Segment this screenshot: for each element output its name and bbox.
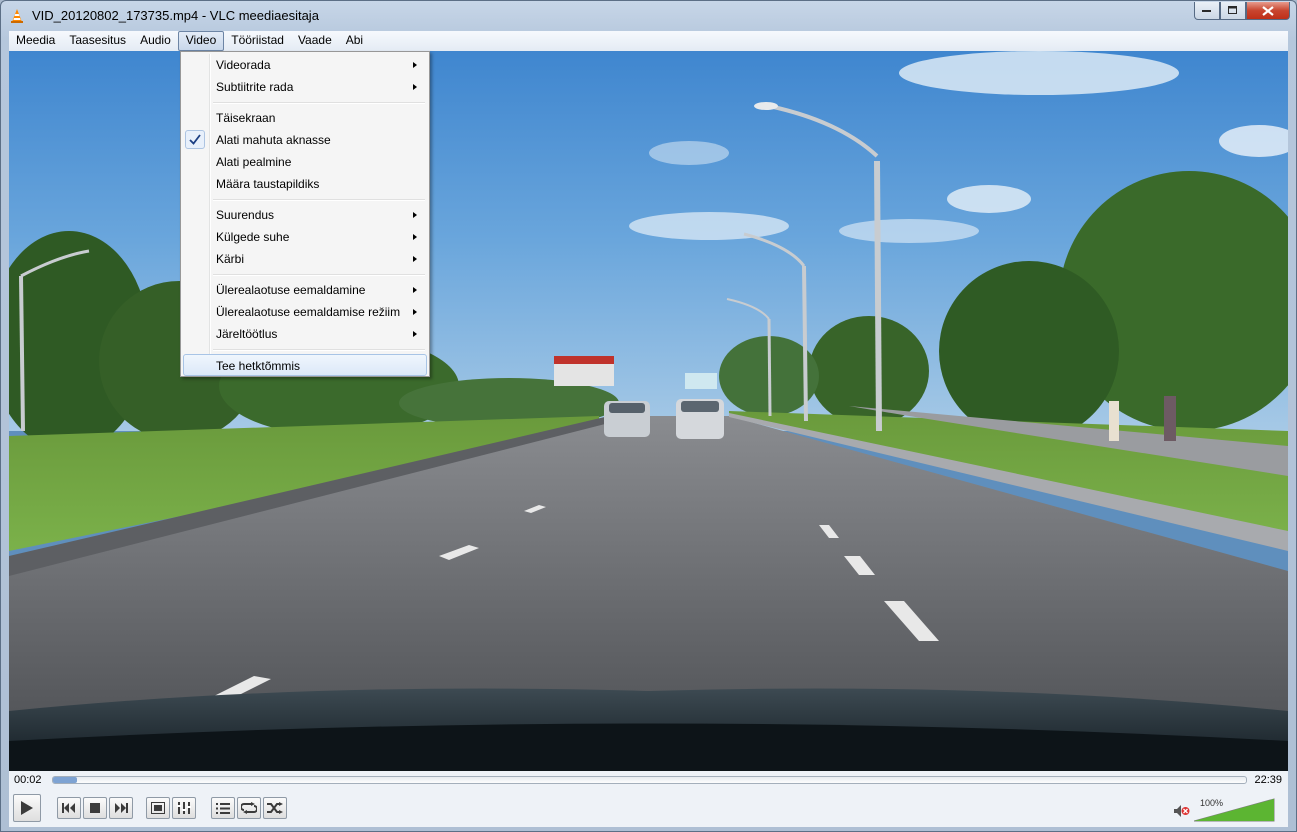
play-icon — [21, 801, 33, 815]
menu-taasesitus[interactable]: Taasesitus — [62, 31, 133, 51]
menu-item-label: Alati pealmine — [216, 155, 292, 169]
menu-item-label: Järeltöötlus — [216, 327, 278, 341]
title-bar[interactable]: VID_20120802_173735.mp4 - VLC meediaesit… — [1, 1, 1296, 31]
close-icon — [1262, 5, 1274, 16]
submenu-arrow-icon — [413, 212, 417, 218]
menu-item-karbi[interactable]: Kärbi — [183, 248, 427, 270]
menu-audio[interactable]: Audio — [133, 31, 178, 51]
window-title: VID_20120802_173735.mp4 - VLC meediaesit… — [32, 8, 319, 23]
loop-icon — [241, 802, 257, 814]
submenu-arrow-icon — [413, 287, 417, 293]
menu-item-label: Tee hetktõmmis — [216, 359, 301, 373]
menu-item-maara-taustapildiks[interactable]: Määra taustapildiks — [183, 173, 427, 195]
menu-item-tee-hetktommis[interactable]: Tee hetktõmmis — [183, 354, 427, 376]
seek-slider[interactable] — [52, 776, 1247, 784]
elapsed-time: 00:02 — [14, 774, 42, 786]
menu-item-label: Videorada — [216, 58, 271, 72]
menu-meedia[interactable]: Meedia — [9, 31, 62, 51]
menu-item-ulerealaotuse-eemaldamise-reziim[interactable]: Ülerealaotuse eemaldamise režiim — [183, 301, 427, 323]
menu-item-label: Täisekraan — [216, 111, 276, 125]
fullscreen-button[interactable] — [146, 797, 170, 819]
minimize-icon — [1202, 9, 1211, 12]
menu-separator — [213, 274, 425, 276]
submenu-arrow-icon — [413, 331, 417, 337]
menu-item-label: Määra taustapildiks — [216, 177, 320, 191]
play-button[interactable] — [13, 794, 41, 822]
previous-icon — [62, 803, 75, 813]
vlc-cone-icon[interactable] — [9, 8, 25, 24]
menu-item-label: Suurendus — [216, 208, 275, 222]
stop-button[interactable] — [83, 797, 107, 819]
next-icon — [115, 803, 128, 813]
menu-separator — [213, 349, 425, 351]
menu-item-label: Alati mahuta aknasse — [216, 133, 331, 147]
menu-vaade[interactable]: Vaade — [291, 31, 339, 51]
menu-separator — [213, 102, 425, 104]
submenu-arrow-icon — [413, 84, 417, 90]
extended-settings-button[interactable] — [172, 797, 196, 819]
menu-item-label: Külgede suhe — [216, 230, 290, 244]
playback-controls: 100% — [9, 791, 1288, 827]
submenu-arrow-icon — [413, 309, 417, 315]
maximize-icon — [1228, 6, 1237, 14]
video-dropdown-menu: Videorada Subtiitrite rada Täisekraan Al… — [180, 51, 430, 377]
menu-item-label: Subtiitrite rada — [216, 80, 294, 94]
seek-progress-fill — [53, 777, 77, 783]
fullscreen-icon — [151, 802, 165, 814]
shuffle-icon — [267, 802, 283, 814]
close-button[interactable] — [1246, 2, 1290, 20]
menu-item-taisekraan[interactable]: Täisekraan — [183, 107, 427, 129]
submenu-arrow-icon — [413, 256, 417, 262]
menu-item-subtiitrite-rada[interactable]: Subtiitrite rada — [183, 76, 427, 98]
minimize-button[interactable] — [1194, 2, 1220, 20]
menu-tooriistad[interactable]: Tööriistad — [224, 31, 291, 51]
menu-item-suurendus[interactable]: Suurendus — [183, 204, 427, 226]
menu-item-alati-pealmine[interactable]: Alati pealmine — [183, 151, 427, 173]
menu-separator — [213, 199, 425, 201]
submenu-arrow-icon — [413, 234, 417, 240]
equalizer-icon — [177, 802, 191, 814]
menu-bar: Meedia Taasesitus Audio Video Tööriistad… — [9, 31, 1288, 52]
next-button[interactable] — [109, 797, 133, 819]
menu-item-alati-mahuta-aknasse[interactable]: Alati mahuta aknasse — [183, 129, 427, 151]
menu-item-label: Kärbi — [216, 252, 245, 266]
menu-item-ulerealaotuse-eemaldamine[interactable]: Ülerealaotuse eemaldamine — [183, 279, 427, 301]
stop-icon — [90, 803, 100, 813]
menu-abi[interactable]: Abi — [339, 31, 370, 51]
vlc-window: VID_20120802_173735.mp4 - VLC meediaesit… — [0, 0, 1297, 832]
menu-item-label: Ülerealaotuse eemaldamise režiim — [216, 305, 401, 319]
menu-item-jareltootlus[interactable]: Järeltöötlus — [183, 323, 427, 345]
submenu-arrow-icon — [413, 62, 417, 68]
checkmark-icon — [185, 130, 205, 149]
menu-item-kulgede-suhe[interactable]: Külgede suhe — [183, 226, 427, 248]
speaker-muted-icon[interactable] — [1174, 805, 1190, 820]
shuffle-button[interactable] — [263, 797, 287, 819]
playlist-icon — [216, 802, 230, 814]
total-time: 22:39 — [1254, 774, 1282, 786]
seek-row: 00:02 22:39 — [9, 771, 1288, 791]
volume-slider[interactable] — [1194, 798, 1276, 822]
loop-button[interactable] — [237, 797, 261, 819]
menu-item-label: Ülerealaotuse eemaldamine — [216, 283, 366, 297]
menu-item-videorada[interactable]: Videorada — [183, 54, 427, 76]
menu-video[interactable]: Video — [177, 31, 225, 51]
playlist-button[interactable] — [211, 797, 235, 819]
maximize-button[interactable] — [1220, 2, 1246, 20]
previous-button[interactable] — [57, 797, 81, 819]
